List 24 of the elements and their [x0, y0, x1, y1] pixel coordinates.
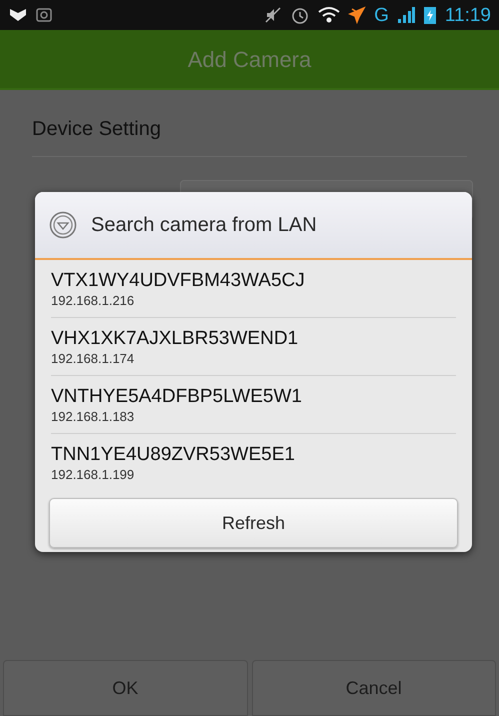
- screen-title: Add Camera: [188, 46, 312, 74]
- camera-list-item[interactable]: VTX1WY4UDVFBM43WA5CJ 192.168.1.216: [51, 260, 456, 318]
- camera-list-item[interactable]: TNN1YE4U89ZVR53WE5E1 192.168.1.199: [51, 434, 456, 492]
- section-heading: Device Setting: [32, 117, 162, 142]
- app-icon: [36, 8, 52, 22]
- refresh-button[interactable]: Refresh: [49, 498, 458, 548]
- signal-icon: [396, 6, 415, 24]
- battery-icon: [422, 5, 437, 25]
- muted-icon: [264, 6, 282, 24]
- search-list-icon: [49, 211, 77, 239]
- network-type: G: [374, 6, 389, 24]
- clock-time: 11:19: [444, 6, 491, 24]
- camera-id: VTX1WY4UDVFBM43WA5CJ: [51, 268, 306, 292]
- camera-ip: 192.168.1.183: [51, 408, 136, 424]
- wifi-icon: [318, 6, 340, 24]
- camera-ip: 192.168.1.199: [51, 467, 136, 483]
- camera-ip: 192.168.1.216: [51, 292, 136, 308]
- camera-id: TNN1YE4U89ZVR53WE5E1: [51, 443, 296, 467]
- camera-id: VNTHYE5A4DFBP5LWE5W1: [51, 384, 303, 408]
- camera-ip: 192.168.1.174: [51, 350, 136, 366]
- camera-list-item[interactable]: VNTHYE5A4DFBP5LWE5W1 192.168.1.183: [51, 376, 456, 434]
- dialog-title: Search camera from LAN: [91, 213, 317, 238]
- camera-id: VHX1XK7AJXLBR53WEND1: [51, 326, 300, 350]
- camera-list-item[interactable]: VHX1XK7AJXLBR53WEND1 192.168.1.174: [51, 318, 456, 376]
